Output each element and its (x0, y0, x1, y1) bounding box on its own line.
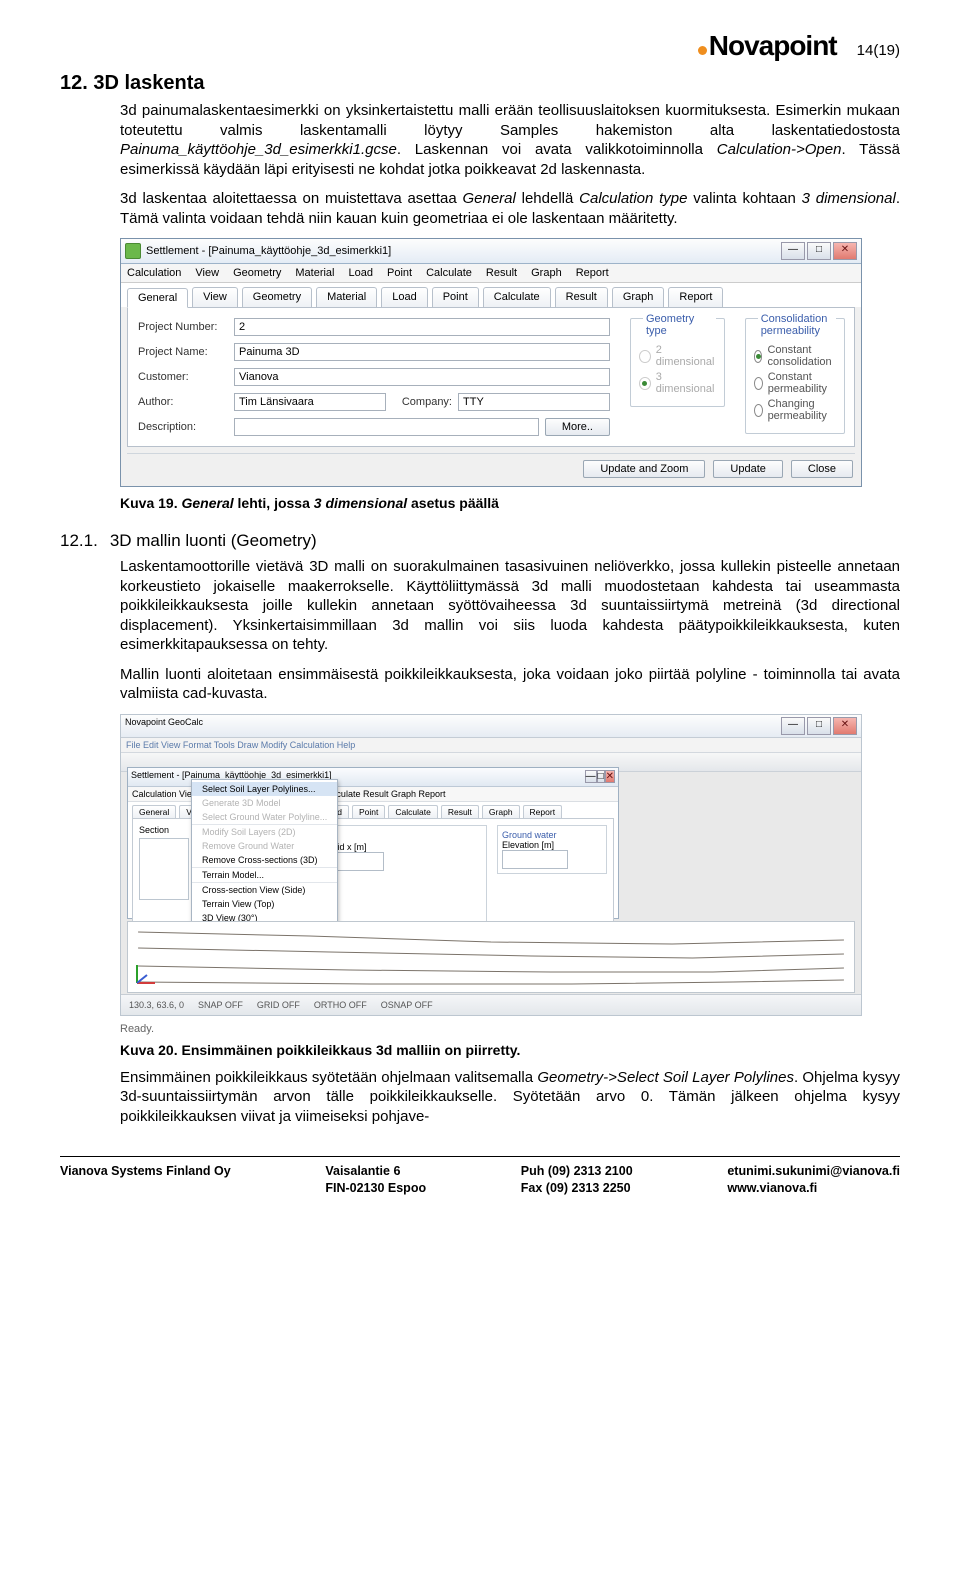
project-name-input[interactable] (234, 343, 610, 361)
close-button[interactable]: Close (791, 460, 853, 478)
label: Customer: (138, 371, 228, 383)
page-number: 14(19) (857, 42, 900, 59)
subsection-title: 3D mallin luonti (Geometry) (110, 531, 317, 551)
tab-result[interactable]: Result (555, 287, 608, 307)
tab-geometry[interactable]: Geometry (242, 287, 312, 307)
author-input[interactable] (234, 393, 386, 411)
radio-changing-perm[interactable] (754, 404, 763, 417)
page-footer: Vianova Systems Finland Oy Vaisalantie 6… (60, 1163, 900, 1197)
figure-caption-19: Kuva 19. General lehti, jossa 3 dimensio… (120, 495, 900, 511)
close-button[interactable]: ✕ (833, 242, 857, 260)
paragraph: Mallin luonti aloitetaan ensimmäisestä p… (120, 665, 900, 704)
radio-2d (639, 350, 651, 363)
close-button[interactable]: ✕ (833, 717, 857, 735)
radio-const-consol[interactable] (754, 350, 763, 363)
minimize-button[interactable]: — (781, 717, 805, 735)
company-input[interactable] (458, 393, 610, 411)
page-header: Novapoint 14(19) (60, 30, 900, 62)
customer-input[interactable] (234, 368, 610, 386)
description-input[interactable] (234, 418, 539, 436)
tab-row: General View Geometry Material Load Poin… (121, 283, 861, 307)
tab-view[interactable]: View (192, 287, 238, 307)
paragraph: 3d laskentaa aloitettaessa on muistettav… (120, 189, 900, 228)
tab-calculate[interactable]: Calculate (483, 287, 551, 307)
app-icon (125, 243, 141, 259)
update-button[interactable]: Update (713, 460, 782, 478)
tab-general[interactable]: General (127, 288, 188, 308)
footer-rule (60, 1156, 900, 1157)
geometry-type-group: Geometry type 2 dimensional 3 dimensiona… (630, 318, 725, 407)
project-number-input[interactable] (234, 318, 610, 336)
paragraph: Ensimmäinen poikkileikkaus syötetään ohj… (120, 1068, 900, 1127)
permeability-group: Consolidation permeability Constant cons… (745, 318, 845, 434)
settlement-window: Settlement - [Painuma_käyttöohje_3d_esim… (120, 238, 862, 487)
general-panel: Project Number: Project Name: Customer: … (127, 307, 855, 447)
paragraph: Laskentamoottorille vietävä 3D malli on … (120, 557, 900, 655)
label: Description: (138, 421, 228, 433)
axis-gizmo-icon (131, 961, 159, 989)
radio-3d (639, 377, 651, 390)
status-bar: 130.3, 63.6, 0 SNAP OFF GRID OFF ORTHO O… (121, 994, 861, 1015)
tab-load[interactable]: Load (381, 287, 427, 307)
logo: Novapoint (698, 30, 837, 62)
paragraph: 3d painumalaskentaesimerkki on yksinkert… (120, 101, 900, 179)
app-menu[interactable]: File Edit View Format Tools Draw Modify … (121, 738, 861, 753)
geocalc-window: Novapoint GeoCalc —□✕ File Edit View For… (120, 714, 862, 1016)
geometry-dropdown[interactable]: Select Soil Layer Polylines... Generate … (191, 779, 338, 928)
label: Project Name: (138, 346, 228, 358)
menubar[interactable]: CalculationViewGeometryMaterialLoadPoint… (121, 264, 861, 283)
maximize-button[interactable]: □ (807, 717, 831, 735)
window-title: Settlement - [Painuma_käyttöohje_3d_esim… (146, 245, 391, 257)
figure-caption-20: Kuva 20. Ensimmäinen poikkileikkaus 3d m… (120, 1042, 900, 1058)
app-title: Novapoint GeoCalc (125, 717, 203, 735)
titlebar: Settlement - [Painuma_käyttöohje_3d_esim… (121, 239, 861, 264)
more-button[interactable]: More.. (545, 418, 610, 436)
maximize-button[interactable]: □ (807, 242, 831, 260)
drawing-canvas[interactable] (127, 921, 855, 993)
section-heading: 12. 3D laskenta (60, 72, 900, 95)
label: Project Number: (138, 321, 228, 333)
radio-const-perm[interactable] (754, 377, 763, 390)
label: Company: (392, 396, 452, 408)
tab-graph[interactable]: Graph (612, 287, 665, 307)
label: Author: (138, 396, 228, 408)
minimize-button[interactable]: — (781, 242, 805, 260)
subsection-num: 12.1. (60, 531, 98, 551)
update-zoom-button[interactable]: Update and Zoom (583, 460, 705, 478)
tab-point[interactable]: Point (432, 287, 479, 307)
tab-material[interactable]: Material (316, 287, 377, 307)
tab-report[interactable]: Report (668, 287, 723, 307)
